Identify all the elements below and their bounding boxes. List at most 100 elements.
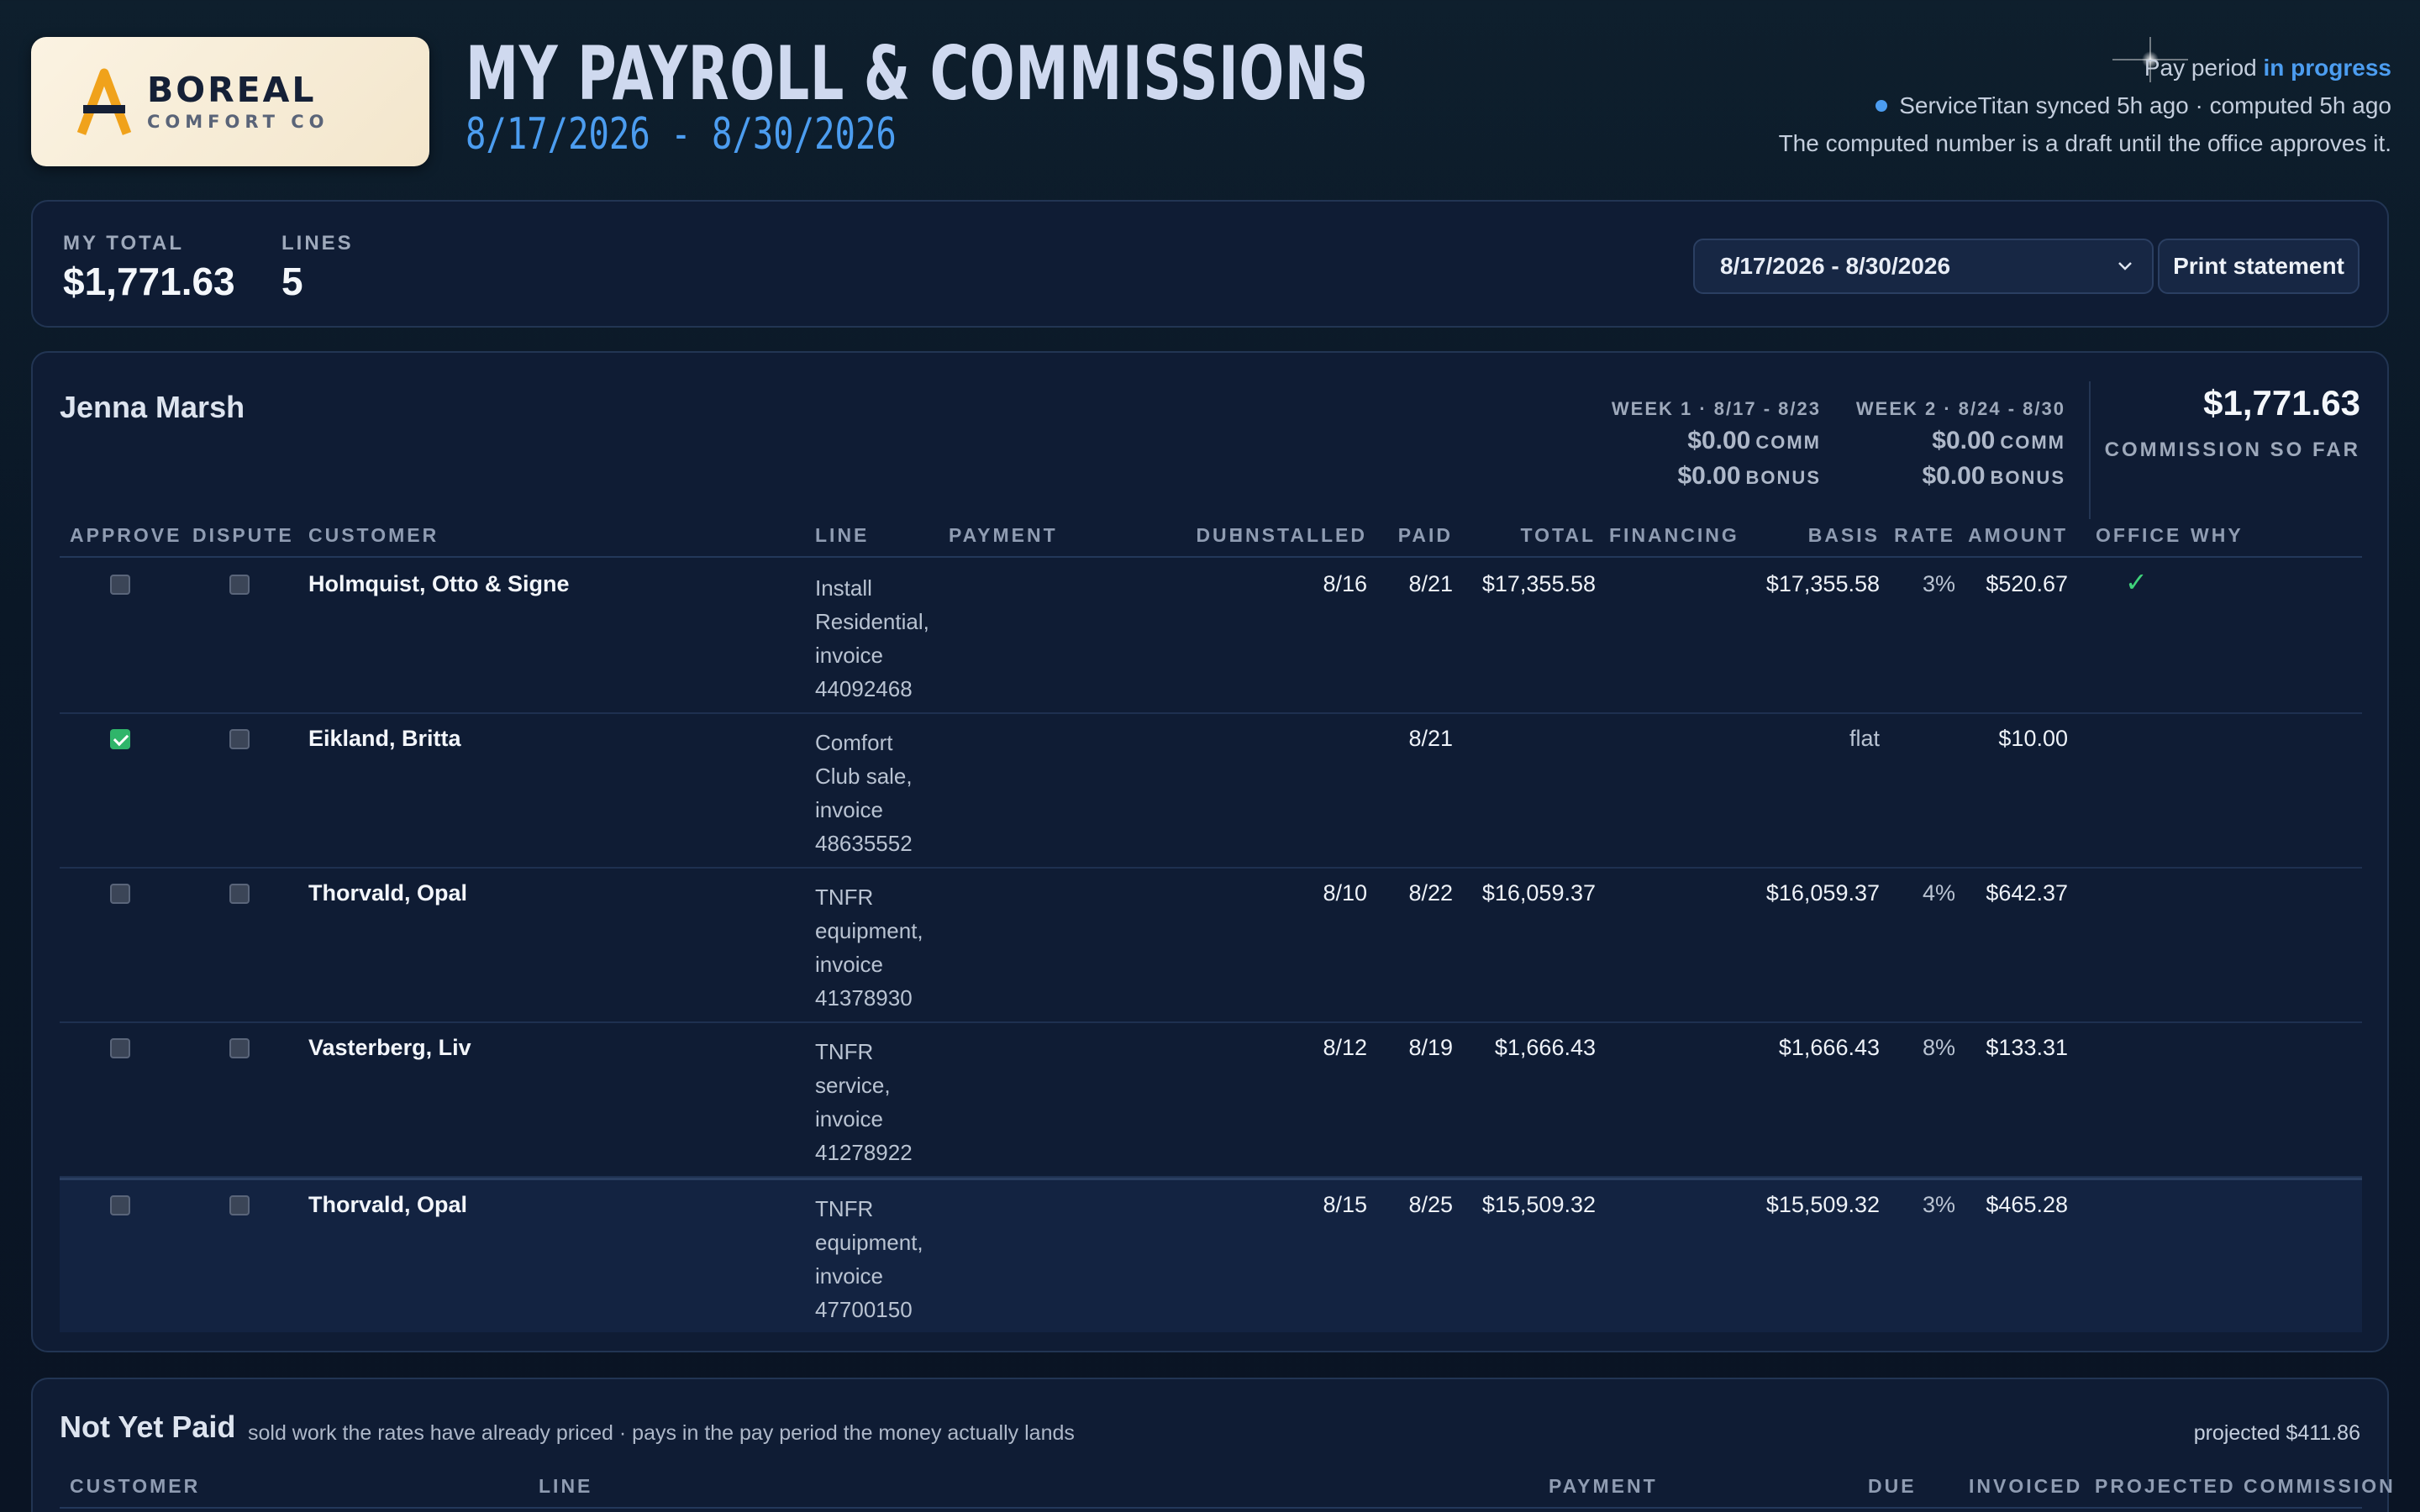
approve-checkbox[interactable]: [110, 1038, 130, 1058]
print-statement-button[interactable]: Print statement: [2158, 239, 2360, 294]
col-line[interactable]: LINE: [539, 1475, 592, 1498]
commission-panel: Jenna Marsh WEEK 1 · 8/17 - 8/23 $0.00 CO…: [31, 351, 2389, 1352]
installed-date: 8/10: [1323, 880, 1367, 906]
approve-checkbox[interactable]: [110, 729, 130, 749]
paid-date: 8/25: [1408, 1192, 1453, 1217]
not-yet-paid-title: Not Yet Paid: [60, 1410, 236, 1444]
line-description: TNFR equipment, invoice 47700150: [815, 1196, 923, 1322]
dispute-checkbox[interactable]: [229, 1038, 250, 1058]
col-dispute[interactable]: DISPUTE: [192, 524, 294, 547]
rate-value: 4%: [1922, 880, 1955, 906]
logo-a-icon: [76, 68, 132, 135]
col-office[interactable]: OFFICE: [2096, 524, 2181, 547]
my-total-value: $1,771.63: [63, 260, 235, 303]
col-customer[interactable]: CUSTOMER: [70, 1475, 200, 1498]
dispute-checkbox[interactable]: [229, 1195, 250, 1215]
amount-value: $642.37: [1986, 880, 2068, 906]
brand-tagline: COMFORT CO: [147, 112, 329, 132]
line-description: TNFR equipment, invoice 41378930: [815, 885, 923, 1011]
week-1-summary: WEEK 1 · 8/17 - 8/23 $0.00 COMM $0.00 BONU…: [1611, 398, 1821, 490]
chevron-down-icon: [2118, 262, 2132, 270]
col-rate[interactable]: RATE: [1894, 524, 1955, 547]
customer-name: Eikland, Britta: [308, 726, 461, 751]
brand-logo: BOREAL COMFORT CO: [31, 37, 429, 166]
paid-date: 8/22: [1408, 880, 1453, 906]
projected-total: projected $411.86: [2193, 1421, 2360, 1445]
commission-table-header: APPROVE DISPUTE CUSTOMER LINE PAYMENT DU…: [60, 521, 2362, 558]
basis-value: $1,666.43: [1778, 1035, 1880, 1060]
col-approve[interactable]: APPROVE: [70, 524, 182, 547]
summary-panel: MY TOTAL $1,771.63 LINES 5 8/17/2026 - 8…: [31, 200, 2389, 328]
not-yet-paid-panel: Not Yet Paid sold work the rates have al…: [31, 1378, 2393, 1512]
col-total[interactable]: TOTAL: [1520, 524, 1596, 547]
col-financing[interactable]: FINANCING: [1609, 524, 1739, 547]
employee-name: Jenna Marsh: [60, 390, 245, 424]
col-payment[interactable]: PAYMENT: [949, 524, 1058, 547]
not-yet-paid-table-header: CUSTOMER LINE PAYMENT DUE INVOICED PROJE…: [60, 1472, 2393, 1509]
col-why[interactable]: WHY: [2191, 524, 2244, 547]
table-row: Eikland, Britta Comfort Club sale, invoi…: [60, 714, 2362, 869]
amount-value: $520.67: [1986, 571, 2068, 596]
total-value: $15,509.32: [1481, 1192, 1596, 1217]
period-select[interactable]: 8/17/2026 - 8/30/2026: [1693, 239, 2154, 294]
customer-name: Vasterberg, Liv: [308, 1035, 471, 1060]
total-value: $16,059.37: [1481, 880, 1596, 906]
dispute-checkbox[interactable]: [229, 575, 250, 595]
table-row: Thorvald, Opal TNFR equipment, invoice 4…: [60, 1178, 2362, 1332]
rate-value: 8%: [1922, 1035, 1955, 1060]
approve-checkbox[interactable]: [110, 575, 130, 595]
paid-date: 8/21: [1408, 726, 1453, 751]
brand-name: BOREAL: [147, 70, 317, 110]
approve-checkbox[interactable]: [110, 884, 130, 904]
page-period: 8/17/2026 - 8/30/2026: [466, 109, 897, 160]
basis-value: $16,059.37: [1765, 880, 1880, 906]
col-due[interactable]: DUE: [1868, 1475, 1917, 1498]
approve-checkbox[interactable]: [110, 1195, 130, 1215]
col-paid[interactable]: PAID: [1398, 524, 1453, 547]
lines-stat: LINES 5: [281, 232, 354, 303]
commission-so-far-value: $1,771.63: [2203, 383, 2360, 423]
table-row: Holmquist, Otto & Signe Install Resident…: [60, 559, 2362, 714]
customer-name: Thorvald, Opal: [308, 880, 468, 906]
divider: [2089, 381, 2091, 519]
draft-note: The computed number is a draft until the…: [1778, 130, 2391, 156]
customer-name: Thorvald, Opal: [308, 1192, 468, 1217]
amount-value: $465.28: [1986, 1192, 2068, 1217]
basis-value: $15,509.32: [1765, 1192, 1880, 1217]
col-projected-commission[interactable]: PROJECTED COMMISSION: [2095, 1475, 2396, 1498]
col-customer[interactable]: CUSTOMER: [308, 524, 439, 547]
col-basis[interactable]: BASIS: [1808, 524, 1880, 547]
amount-value: $133.31: [1986, 1035, 2068, 1060]
amount-value: $10.00: [1998, 726, 2068, 751]
sync-info: ServiceTitan synced 5h ago · computed 5h…: [1779, 87, 2391, 124]
rate-value: 3%: [1922, 1192, 1955, 1217]
week-2-summary: WEEK 2 · 8/24 - 8/30 $0.00 COMM $0.00 BONU…: [1855, 398, 2065, 490]
installed-date: 8/12: [1323, 1035, 1367, 1060]
installed-date: 8/15: [1323, 1192, 1367, 1217]
not-yet-paid-description: sold work the rates have already priced …: [248, 1421, 1075, 1445]
my-total-stat: MY TOTAL $1,771.63: [63, 232, 235, 303]
total-value: $17,355.58: [1481, 571, 1596, 596]
customer-name: Holmquist, Otto & Signe: [308, 571, 570, 596]
paid-date: 8/19: [1408, 1035, 1453, 1060]
dispute-checkbox[interactable]: [229, 729, 250, 749]
rate-value: 3%: [1922, 571, 1955, 596]
installed-date: 8/16: [1323, 571, 1367, 596]
pay-period-status-value: in progress: [2263, 55, 2391, 81]
col-installed[interactable]: INSTALLED: [1238, 524, 1367, 547]
sync-status: Pay period in progress ServiceTitan sync…: [1779, 49, 2391, 162]
line-description: TNFR service, invoice 41278922: [815, 1039, 913, 1165]
table-row: Thorvald, Opal TNFR equipment, invoice 4…: [60, 869, 2362, 1023]
lines-value: 5: [281, 260, 303, 303]
line-description: Install Residential, invoice 44092468: [815, 575, 929, 701]
col-payment[interactable]: PAYMENT: [1549, 1475, 1658, 1498]
pay-period-status: Pay period in progress: [2144, 55, 2391, 81]
line-description: Comfort Club sale, invoice 48635552: [815, 730, 913, 856]
office-approved-check-icon: ✓: [2125, 567, 2148, 597]
table-row: Vasterberg, Liv TNFR service, invoice 41…: [60, 1023, 2362, 1178]
col-invoiced[interactable]: INVOICED: [1969, 1475, 2082, 1498]
col-line[interactable]: LINE: [815, 524, 869, 547]
col-amount[interactable]: AMOUNT: [1968, 524, 2068, 547]
basis-value: flat: [1849, 726, 1880, 751]
dispute-checkbox[interactable]: [229, 884, 250, 904]
